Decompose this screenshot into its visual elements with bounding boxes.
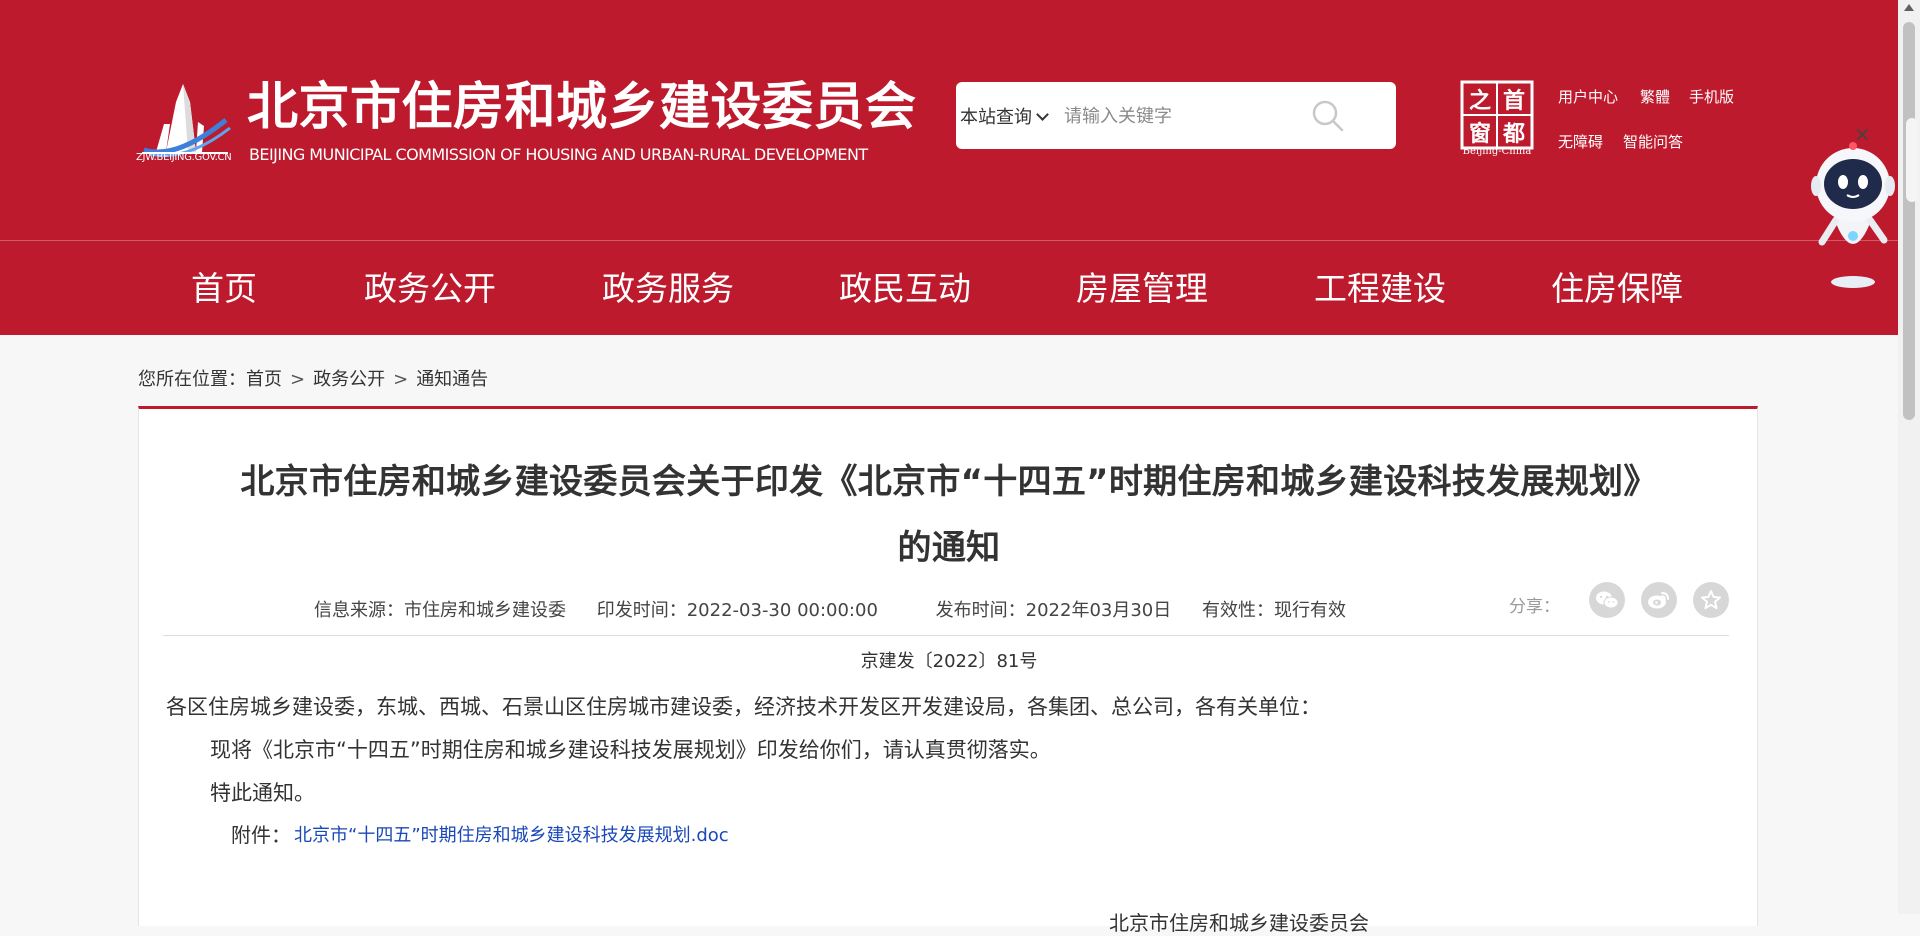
article-paragraph-1: 现将《北京市“十四五”时期住房和城乡建设科技发展规划》印发给你们，请认真贯彻落实…	[210, 738, 1051, 762]
search-box: 本站查询	[956, 82, 1396, 149]
share-favorite-button[interactable]	[1693, 582, 1729, 618]
wechat-icon	[1596, 591, 1619, 609]
scrollbar-thumb[interactable]	[1903, 22, 1915, 420]
breadcrumb-prefix: 您所在位置：	[138, 369, 246, 390]
breadcrumb-separator: >	[290, 369, 306, 390]
site-subtitle: BEIJING MUNICIPAL COMMISSION OF HOUSING …	[249, 145, 868, 164]
document-number: 京建发〔2022〕81号	[860, 651, 1038, 672]
nav-item-government-services[interactable]: 政务服务	[602, 269, 734, 309]
article-title-line-2: 的通知	[897, 528, 1001, 568]
nav-item-government-affairs[interactable]: 政务公开	[364, 269, 496, 309]
article-meta: 信息来源：市住房和城乡建设委 印发时间：2022-03-30 00:00:00 …	[314, 596, 1371, 622]
article-title-line-1: 北京市住房和城乡建设委员会关于印发《北京市“十四五”时期住房和城乡建设科技发展规…	[240, 462, 1658, 502]
main-nav: 首页 政务公开 政务服务 政民互动 房屋管理 工程建设 住房保障	[0, 241, 1898, 335]
capital-char-3: 之	[1469, 88, 1491, 114]
site-logo[interactable]: ZJW.BEIJING.GOV.CN 北京市住房和城乡建设委员会 BEIJING…	[136, 78, 936, 168]
user-center-link[interactable]: 用户中心	[1558, 86, 1618, 107]
star-icon	[1701, 590, 1721, 610]
meta-divider	[163, 635, 1729, 636]
meta-source: 信息来源：市住房和城乡建设委	[314, 600, 566, 621]
attachment-download-link[interactable]: 北京市“十四五”时期住房和城乡建设科技发展规划.doc	[294, 821, 729, 847]
smart-qa-link[interactable]: 智能问答	[1623, 131, 1683, 152]
weibo-icon	[1648, 592, 1669, 609]
article-signature: 北京市住房和城乡建设委员会	[1109, 911, 1369, 935]
share-weibo-button[interactable]	[1641, 582, 1677, 618]
search-scope-label: 本站查询	[960, 107, 1032, 128]
capital-char-2: 都	[1502, 121, 1525, 147]
robot-assistant-icon[interactable]	[1808, 120, 1898, 295]
nav-item-public-interaction[interactable]: 政民互动	[839, 269, 971, 309]
mobile-version-link[interactable]: 手机版	[1689, 86, 1734, 107]
nav-item-engineering-construction[interactable]: 工程建设	[1314, 269, 1446, 309]
scroll-up-arrow-icon[interactable]	[1904, 4, 1914, 11]
meta-validity: 有效性：现行有效	[1202, 600, 1346, 621]
scrollbar-grip	[1906, 118, 1918, 202]
breadcrumb-home[interactable]: 首页	[246, 369, 282, 390]
search-scope-select[interactable]: 本站查询	[960, 103, 1049, 129]
commission-emblem-icon	[142, 84, 231, 158]
article-paragraph-2: 特此通知。	[210, 781, 315, 805]
share-label: 分享：	[1509, 597, 1560, 617]
site-title: 北京市住房和城乡建设委员会	[247, 78, 917, 137]
capital-window-caption: Beijing-China	[1462, 146, 1532, 157]
capital-char-1: 首	[1503, 88, 1525, 114]
attachment-label: 附件：	[231, 823, 291, 847]
search-input[interactable]	[1062, 97, 1332, 135]
breadcrumb: 您所在位置：首页 > 政务公开 > 通知通告	[138, 365, 488, 391]
article-title: 北京市住房和城乡建设委员会关于印发《北京市“十四五”时期住房和城乡建设科技发展规…	[139, 449, 1759, 581]
article-recipients: 各区住房城乡建设委，东城、西城、石景山区住房城市建设委，经济技术开发区开发建设局…	[166, 695, 1321, 719]
breadcrumb-separator: >	[393, 369, 409, 390]
breadcrumb-government-affairs[interactable]: 政务公开	[313, 369, 385, 390]
breadcrumb-notices[interactable]: 通知通告	[416, 369, 488, 390]
accessibility-link[interactable]: 无障碍	[1558, 131, 1603, 152]
nav-item-housing-management[interactable]: 房屋管理	[1076, 269, 1208, 309]
article-card: 北京市住房和城乡建设委员会关于印发《北京市“十四五”时期住房和城乡建设科技发展规…	[138, 406, 1759, 935]
capital-char-4: 窗	[1469, 121, 1491, 147]
share-wechat-button[interactable]	[1589, 582, 1625, 618]
assistant-close-icon[interactable]: ×	[1854, 124, 1871, 144]
meta-issued-time: 印发时间：2022-03-30 00:00:00	[596, 600, 878, 621]
meta-published-time: 发布时间：2022年03月30日	[935, 600, 1172, 621]
search-icon[interactable]	[1310, 98, 1346, 134]
chevron-down-icon	[1036, 108, 1049, 121]
logo-domain-caption: ZJW.BEIJING.GOV.CN	[136, 152, 232, 163]
traditional-chinese-link[interactable]: 繁體	[1640, 86, 1670, 107]
nav-item-home[interactable]: 首页	[191, 269, 257, 309]
nav-item-housing-security[interactable]: 住房保障	[1551, 269, 1683, 309]
